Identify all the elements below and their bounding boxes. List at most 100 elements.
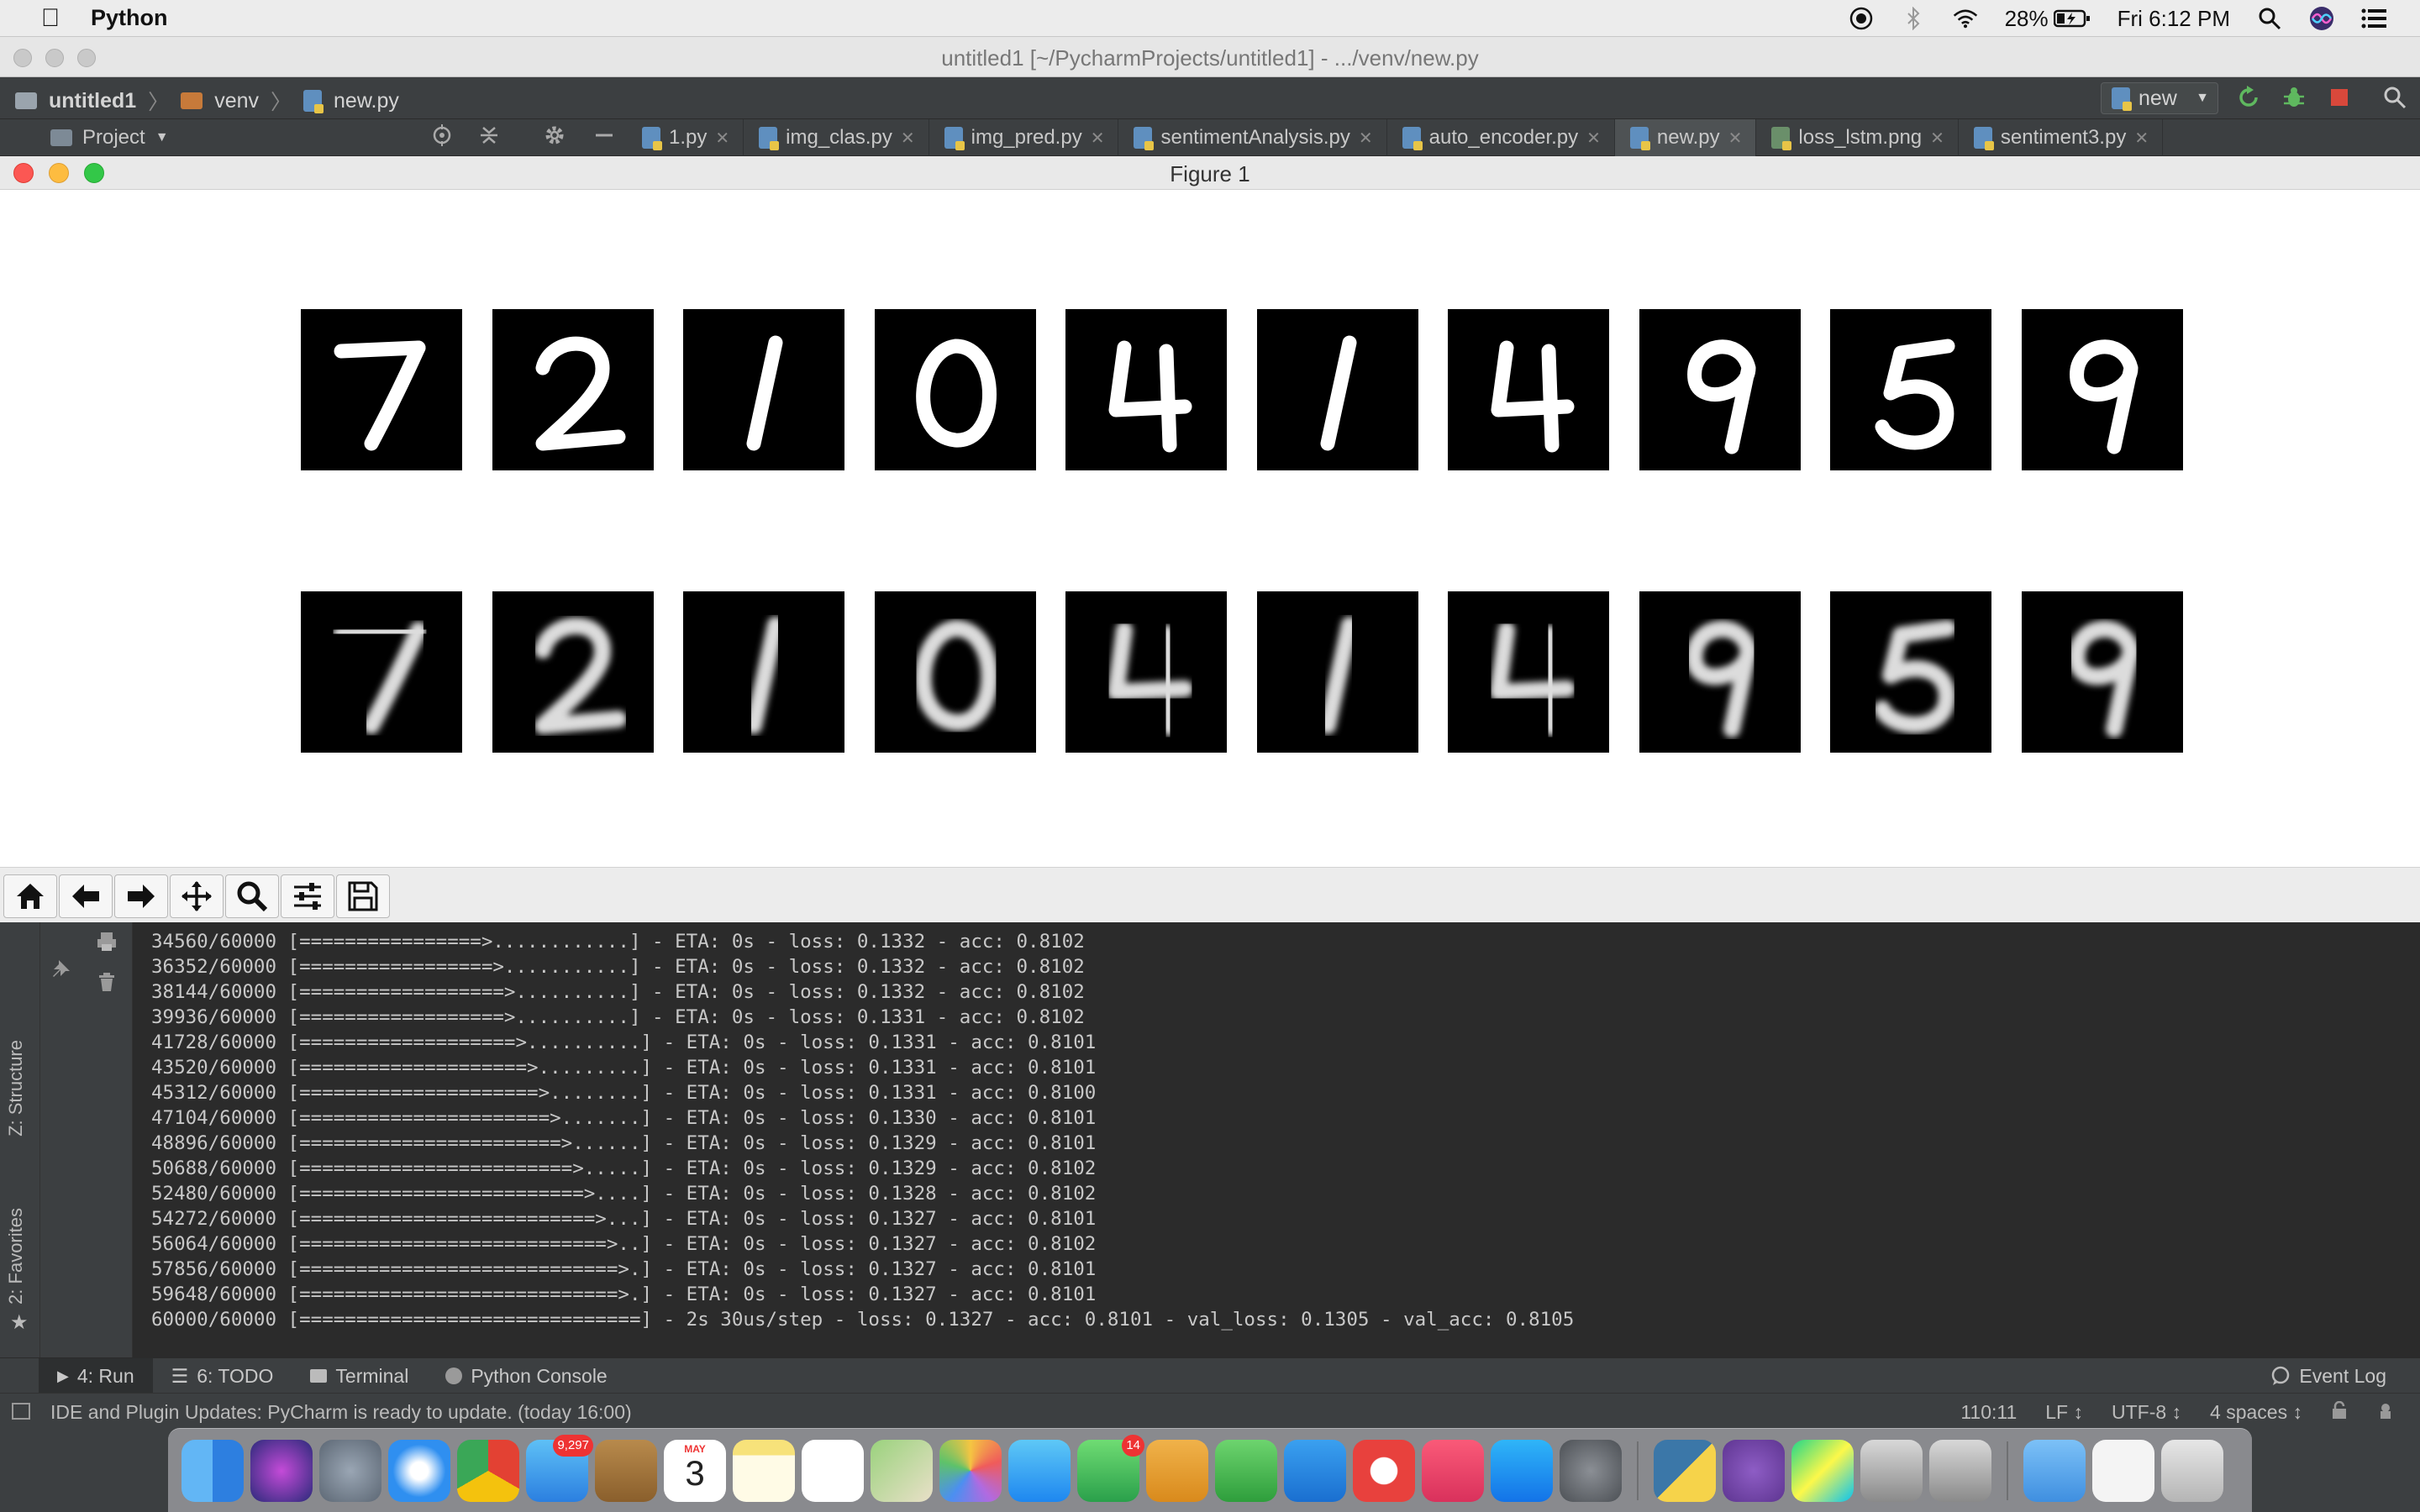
close-tab-icon[interactable]: ✕ xyxy=(1930,128,1944,149)
apple-menu-icon[interactable]:  xyxy=(34,4,67,33)
document-icon[interactable] xyxy=(2092,1439,2154,1502)
github-icon[interactable] xyxy=(1723,1439,1785,1502)
terminal-tool-tab[interactable]: Terminal xyxy=(292,1358,427,1394)
pin-icon[interactable] xyxy=(50,958,72,984)
hector-icon[interactable] xyxy=(2376,1401,2395,1425)
battery-percent: 28% xyxy=(2004,5,2049,31)
breadcrumb-venv[interactable]: venv xyxy=(214,89,259,113)
gear-icon[interactable] xyxy=(544,124,566,152)
line-separator[interactable]: LF ↕ xyxy=(2045,1401,2083,1425)
todo-tool-label: 6: TODO xyxy=(197,1364,274,1387)
folder-icon[interactable] xyxy=(2023,1439,2086,1502)
indent-setting[interactable]: 4 spaces ↕ xyxy=(2210,1401,2302,1425)
collapse-all-icon[interactable] xyxy=(478,124,500,152)
siri-icon[interactable] xyxy=(2309,6,2334,31)
run-console-output[interactable]: 34560/60000 [================>..........… xyxy=(151,929,1574,1332)
debug-bug-icon[interactable] xyxy=(2281,84,2307,111)
maps-icon[interactable] xyxy=(871,1439,933,1502)
home-icon[interactable] xyxy=(3,874,57,918)
close-tab-icon[interactable]: ✕ xyxy=(1359,128,1373,149)
spotlight-search-icon[interactable] xyxy=(2257,6,2282,31)
breadcrumb-file[interactable]: new.py xyxy=(334,89,399,113)
structure-side-tab[interactable]: Z: Structure xyxy=(5,1040,27,1137)
zoom-magnifier-icon[interactable] xyxy=(225,874,279,918)
pen-tool-icon[interactable] xyxy=(1860,1439,1923,1502)
locate-file-icon[interactable] xyxy=(431,123,453,152)
lock-icon[interactable] xyxy=(2331,1400,2348,1425)
editor-tab[interactable]: img_clas.py ✕ xyxy=(744,119,929,156)
editor-tab[interactable]: new.py ✕ xyxy=(1614,119,1757,156)
calendar-icon[interactable]: MAY 3 xyxy=(664,1439,726,1502)
news-icon[interactable] xyxy=(1353,1439,1415,1502)
breadcrumb-project[interactable]: untitled1 xyxy=(49,89,136,113)
pen-tool-2-icon[interactable] xyxy=(1929,1439,1991,1502)
facetime-icon[interactable]: 14 xyxy=(1077,1434,1144,1502)
stop-icon[interactable] xyxy=(2326,84,2353,111)
forward-arrow-icon[interactable] xyxy=(114,874,168,918)
finder-icon[interactable] xyxy=(182,1439,244,1502)
battery-icon[interactable] xyxy=(2053,6,2091,31)
reconstructed-digit-image xyxy=(492,591,654,753)
pan-move-icon[interactable] xyxy=(170,874,224,918)
todo-tool-tab[interactable]: ☰ 6: TODO xyxy=(153,1358,292,1394)
status-panel-icon[interactable] xyxy=(12,1403,30,1420)
photos-icon[interactable] xyxy=(939,1439,1002,1502)
favorites-side-tab[interactable]: 2: Favorites xyxy=(5,1208,27,1305)
close-tab-icon[interactable]: ✕ xyxy=(1586,128,1601,149)
editor-tab[interactable]: img_pred.py ✕ xyxy=(929,119,1119,156)
trash-icon[interactable] xyxy=(2161,1439,2223,1502)
keynote-icon[interactable] xyxy=(1146,1439,1208,1502)
safari-icon[interactable] xyxy=(388,1439,450,1502)
file-encoding[interactable]: UTF-8 ↕ xyxy=(2112,1401,2181,1425)
mail-icon[interactable]: 9,297 xyxy=(526,1434,593,1502)
print-icon[interactable] xyxy=(96,931,118,957)
notification-center-icon[interactable] xyxy=(2361,6,2386,31)
run-tool-tab[interactable]: ▶ 4: Run xyxy=(39,1358,153,1394)
music-icon[interactable] xyxy=(1422,1439,1484,1502)
menu-clock[interactable]: Fri 6:12 PM xyxy=(2118,6,2230,32)
chrome-icon[interactable] xyxy=(457,1439,519,1502)
project-tool-window-header[interactable]: Project ▼ xyxy=(0,119,622,156)
numbers-icon[interactable] xyxy=(1215,1439,1277,1502)
close-tab-icon[interactable]: ✕ xyxy=(1091,128,1105,149)
run-configuration-select[interactable]: new ▼ xyxy=(2101,82,2218,114)
contacts-icon[interactable] xyxy=(595,1439,657,1502)
back-arrow-icon[interactable] xyxy=(59,874,113,918)
caret-position[interactable]: 110:11 xyxy=(1960,1401,2017,1425)
close-tab-icon[interactable]: ✕ xyxy=(1728,128,1743,149)
editor-tab[interactable]: auto_encoder.py ✕ xyxy=(1387,119,1615,156)
editor-tab[interactable]: 1.py ✕ xyxy=(627,119,744,156)
reminders-icon[interactable] xyxy=(802,1439,864,1502)
messages-icon[interactable] xyxy=(1008,1439,1071,1502)
status-message[interactable]: IDE and Plugin Updates: PyCharm is ready… xyxy=(50,1401,632,1424)
system-preferences-icon[interactable] xyxy=(1560,1439,1622,1502)
notes-icon[interactable] xyxy=(733,1439,795,1502)
figure-title: Figure 1 xyxy=(1170,161,1250,186)
event-log-tool-tab[interactable]: Event Log xyxy=(2270,1358,2386,1394)
close-tab-icon[interactable]: ✕ xyxy=(2134,128,2149,149)
rerun-icon[interactable] xyxy=(2235,84,2262,111)
python-console-tool-tab[interactable]: Python Console xyxy=(427,1358,625,1394)
close-tab-icon[interactable]: ✕ xyxy=(715,128,729,149)
trash-icon[interactable] xyxy=(96,971,118,997)
editor-tab[interactable]: sentiment3.py ✕ xyxy=(1959,119,2164,156)
editor-tab[interactable]: sentimentAnalysis.py ✕ xyxy=(1118,119,1387,156)
save-figure-icon[interactable] xyxy=(336,874,390,918)
app-menu-name[interactable]: Python xyxy=(91,5,168,31)
reconstructed-digit-image xyxy=(1639,591,1801,753)
editor-tab[interactable]: loss_lstm.png ✕ xyxy=(1756,119,1959,156)
hide-panel-icon[interactable] xyxy=(594,124,614,152)
pycharm-icon[interactable] xyxy=(1791,1439,1854,1502)
editor-tab-label: img_clas.py xyxy=(786,126,892,149)
presentation-icon[interactable] xyxy=(1284,1439,1346,1502)
python-launcher-icon[interactable] xyxy=(1654,1439,1716,1502)
screen-record-icon[interactable] xyxy=(1849,6,1874,31)
search-everywhere-icon[interactable] xyxy=(2381,84,2408,111)
bluetooth-icon[interactable] xyxy=(1901,6,1926,31)
siri-icon[interactable] xyxy=(250,1439,313,1502)
wifi-icon[interactable] xyxy=(1953,6,1978,31)
close-tab-icon[interactable]: ✕ xyxy=(901,128,915,149)
launchpad-icon[interactable] xyxy=(319,1439,381,1502)
configure-subplots-icon[interactable] xyxy=(281,874,334,918)
appstore-icon[interactable] xyxy=(1491,1439,1553,1502)
